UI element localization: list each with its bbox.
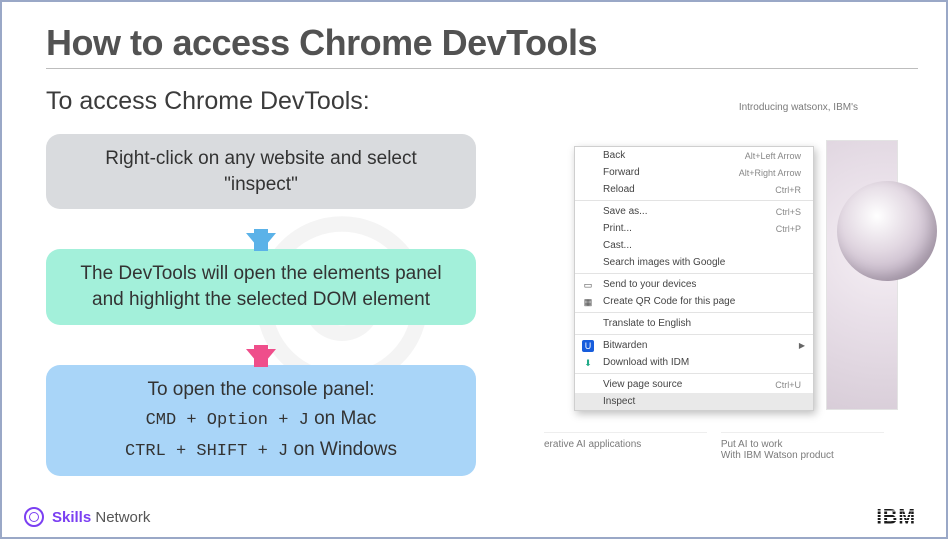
ctx-item-search-images[interactable]: Search images with Google [575, 254, 813, 271]
idm-icon: ⬇ [582, 357, 594, 369]
qr-icon: ▦ [582, 296, 594, 308]
steps-column: Right-click on any website and select "i… [46, 134, 476, 476]
slide-title: How to access Chrome DevTools [46, 22, 918, 69]
ctx-item-view-source[interactable]: View page source Ctrl+U [575, 376, 813, 393]
arrow-down-icon [246, 233, 276, 251]
ctx-item-reload[interactable]: Reload Ctrl+R [575, 181, 813, 198]
ctx-item-cast[interactable]: Cast... [575, 237, 813, 254]
skills-network-logo-icon [24, 507, 44, 527]
slide-footer: Skills Network IBM [2, 497, 946, 537]
ctx-item-inspect[interactable]: Inspect [575, 393, 813, 410]
ctx-item-print[interactable]: Print... Ctrl+P [575, 220, 813, 237]
shortcut-mac: CMD + Option + J [146, 411, 309, 430]
bitwarden-icon: U [582, 340, 594, 352]
skills-network-brand: Skills Network [24, 507, 150, 527]
step-2-box: The DevTools will open the elements pane… [46, 249, 476, 324]
shortcut-windows: CTRL + SHIFT + J [125, 442, 288, 461]
ctx-item-save-as[interactable]: Save as... Ctrl+S [575, 203, 813, 220]
step-3-box: To open the console panel: CMD + Option … [46, 365, 476, 477]
page-caption-left: erative AI applications [544, 432, 707, 450]
ctx-item-idm[interactable]: ⬇ Download with IDM [575, 354, 813, 371]
ibm-logo: IBM [876, 505, 916, 529]
ctx-item-qr-code[interactable]: ▦ Create QR Code for this page [575, 293, 813, 310]
ctx-item-back[interactable]: Back Alt+Left Arrow [575, 147, 813, 164]
submenu-arrow-icon: ▶ [799, 341, 805, 350]
page-caption-right: Put AI to work With IBM Watson product [721, 432, 884, 461]
page-caption-mid: Introducing watsonx, IBM's [739, 102, 858, 113]
webpage-background [826, 140, 898, 410]
devices-icon: ▭ [582, 279, 594, 291]
screenshot-panel: Back Alt+Left Arrow Forward Alt+Right Ar… [574, 140, 894, 500]
ctx-item-bitwarden[interactable]: U Bitwarden ▶ [575, 337, 813, 354]
arrow-down-icon [246, 349, 276, 367]
step-1-box: Right-click on any website and select "i… [46, 134, 476, 209]
step-3-title: To open the console panel: [147, 379, 374, 400]
ctx-item-translate[interactable]: Translate to English [575, 315, 813, 332]
sphere-graphic [837, 181, 937, 281]
ctx-item-forward[interactable]: Forward Alt+Right Arrow [575, 164, 813, 181]
context-menu: Back Alt+Left Arrow Forward Alt+Right Ar… [574, 146, 814, 411]
ctx-item-send-devices[interactable]: ▭ Send to your devices [575, 276, 813, 293]
